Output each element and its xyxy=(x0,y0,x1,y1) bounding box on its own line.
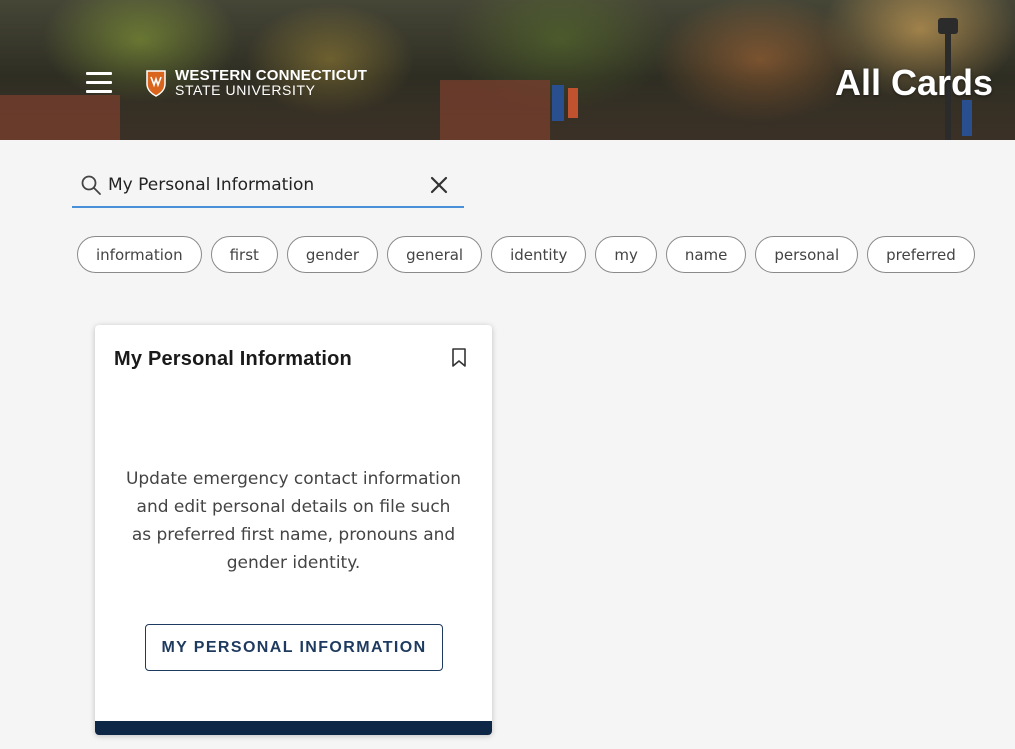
my-personal-information-button[interactable]: MY PERSONAL INFORMATION xyxy=(145,624,443,671)
card-footer-bar xyxy=(95,721,492,735)
building-decoration xyxy=(0,95,120,140)
university-logo[interactable]: WESTERN CONNECTICUT STATE UNIVERSITY xyxy=(145,68,367,97)
hamburger-menu-button[interactable] xyxy=(86,72,112,94)
tag-chip-my[interactable]: my xyxy=(595,236,657,273)
card-title: My Personal Information xyxy=(114,348,352,370)
tag-chip-list: information first gender general identit… xyxy=(77,236,984,273)
logo-line-1: WESTERN CONNECTICUT xyxy=(175,67,368,84)
tag-chip-general[interactable]: general xyxy=(387,236,483,273)
building-decoration xyxy=(440,80,550,140)
tag-chip-name[interactable]: name xyxy=(665,236,747,273)
search-icon xyxy=(81,175,101,195)
tag-chip-preferred[interactable]: preferred xyxy=(867,236,975,273)
blue-banner-decoration xyxy=(962,100,972,136)
shield-logo-icon xyxy=(146,69,166,97)
lamp-head-decoration xyxy=(938,18,958,34)
close-icon[interactable] xyxy=(428,174,450,196)
tag-chip-personal[interactable]: personal xyxy=(755,236,859,273)
page-title: All Cards xyxy=(834,62,993,103)
personal-information-card: My Personal Information Update emergency… xyxy=(95,325,492,735)
search-bar xyxy=(72,164,464,208)
card-description: Update emergency contact information and… xyxy=(125,469,462,573)
menu-line xyxy=(86,72,112,75)
tag-chip-gender[interactable]: gender xyxy=(286,236,379,273)
menu-line xyxy=(86,90,112,93)
tag-chip-first[interactable]: first xyxy=(210,236,278,273)
search-input[interactable] xyxy=(108,175,408,195)
logo-line-2: STATE UNIVERSITY xyxy=(175,82,316,98)
header-banner: WESTERN CONNECTICUT STATE UNIVERSITY All… xyxy=(0,0,1015,140)
orange-banner-decoration xyxy=(568,88,578,118)
tag-chip-information[interactable]: information xyxy=(77,236,202,273)
logo-text: WESTERN CONNECTICUT STATE UNIVERSITY xyxy=(175,68,367,97)
bookmark-icon[interactable] xyxy=(450,347,468,369)
menu-line xyxy=(86,81,112,84)
tag-chip-identity[interactable]: identity xyxy=(491,236,587,273)
blue-banner-decoration xyxy=(552,85,564,121)
